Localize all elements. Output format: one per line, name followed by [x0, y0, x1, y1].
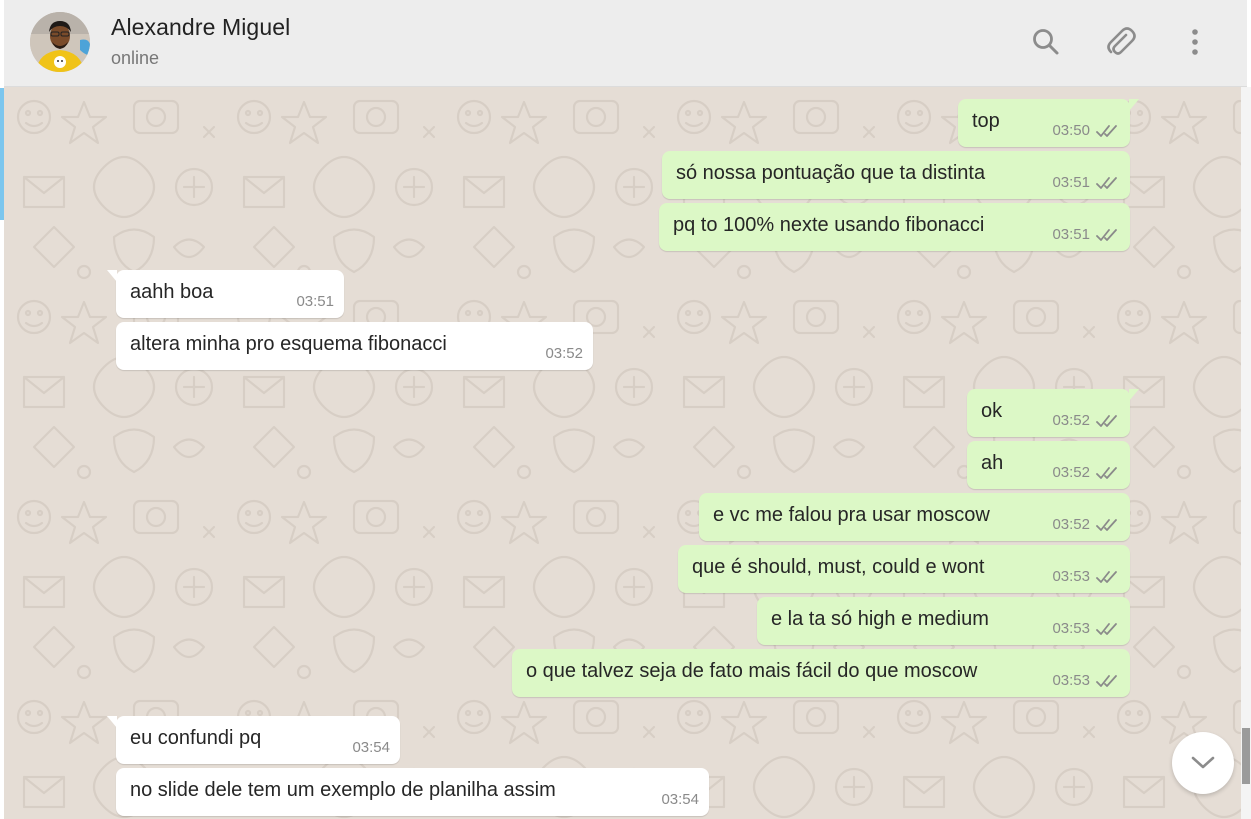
message-text: aahh boa [130, 281, 214, 303]
chat-header: Alexandre Miguel online [4, 0, 1247, 87]
search-button[interactable] [1026, 22, 1066, 62]
bubble-tail [107, 270, 117, 282]
scroll-to-bottom-button[interactable] [1172, 732, 1234, 794]
message-text: só nossa pontuação que ta distinta [676, 162, 986, 184]
message-text: pq to 100% nexte usando fibonacci [673, 214, 985, 236]
read-ticks-icon [1096, 467, 1117, 479]
message-outgoing[interactable]: ok 03:52 [967, 389, 1139, 437]
message-outgoing[interactable]: e la ta só high e medium 03:53 [757, 597, 1130, 645]
message-text: e vc me falou pra usar moscow [713, 504, 990, 526]
attach-button[interactable] [1101, 22, 1141, 62]
read-ticks-icon [1096, 519, 1117, 531]
message-time: 03:52 [1052, 412, 1090, 429]
message-time: 03:52 [1052, 464, 1090, 481]
bubble-tail [1129, 389, 1139, 401]
message-incoming[interactable]: aahh boa 03:51 [107, 270, 344, 318]
avatar[interactable] [30, 12, 90, 72]
message-text: ah [981, 452, 1004, 474]
read-ticks-icon [1096, 415, 1117, 427]
message-time: 03:53 [1052, 672, 1090, 689]
read-ticks-icon [1096, 623, 1117, 635]
message-outgoing[interactable]: ah 03:52 [967, 441, 1130, 489]
message-text: eu confundi pq [130, 727, 262, 749]
message-incoming[interactable]: altera minha pro esquema fibonacci 03:52 [116, 322, 593, 370]
message-text: no slide dele tem um exemplo de planilha… [130, 779, 556, 801]
chat-pane[interactable]: top 03:50 só nossa pontuação que ta dist… [4, 87, 1241, 819]
scrollbar-thumb[interactable] [1242, 728, 1250, 784]
bubble-tail [1129, 99, 1139, 111]
chevron-down-icon [1191, 756, 1215, 769]
message-time: 03:54 [352, 739, 390, 756]
message-text: top [972, 110, 1000, 132]
message-time: 03:52 [545, 345, 583, 362]
message-time: 03:52 [1052, 516, 1090, 533]
message-outgoing[interactable]: o que talvez seja de fato mais fácil do … [512, 649, 1130, 697]
message-text: ok [981, 400, 1003, 422]
message-incoming[interactable]: no slide dele tem um exemplo de planilha… [116, 768, 709, 816]
read-ticks-icon [1096, 125, 1117, 137]
bubble-tail [107, 716, 117, 728]
message-time: 03:51 [296, 293, 334, 310]
contact-status: online [111, 48, 160, 68]
menu-button[interactable] [1175, 22, 1215, 62]
message-time: 03:51 [1052, 226, 1090, 243]
message-text: o que talvez seja de fato mais fácil do … [526, 660, 978, 682]
read-ticks-icon [1096, 177, 1117, 189]
menu-icon [1192, 29, 1198, 55]
search-icon [1033, 29, 1059, 55]
attach-icon [1107, 27, 1136, 55]
message-text: e la ta só high e medium [771, 608, 989, 630]
message-outgoing[interactable]: top 03:50 [958, 99, 1139, 147]
message-outgoing[interactable]: que é should, must, could e wont 03:53 [678, 545, 1130, 593]
message-time: 03:50 [1052, 122, 1090, 139]
message-time: 03:53 [1052, 568, 1090, 585]
read-ticks-icon [1096, 229, 1117, 241]
message-outgoing[interactable]: e vc me falou pra usar moscow 03:52 [699, 493, 1130, 541]
message-incoming[interactable]: eu confundi pq 03:54 [107, 716, 400, 764]
chat-scrollbar[interactable] [1241, 87, 1251, 819]
message-time: 03:53 [1052, 620, 1090, 637]
contact-name[interactable]: Alexandre Miguel [111, 14, 290, 41]
message-time: 03:51 [1052, 174, 1090, 191]
message-outgoing[interactable]: pq to 100% nexte usando fibonacci 03:51 [659, 203, 1130, 251]
read-ticks-icon [1096, 675, 1117, 687]
message-text: que é should, must, could e wont [692, 556, 985, 578]
read-ticks-icon [1096, 571, 1117, 583]
message-outgoing[interactable]: só nossa pontuação que ta distinta 03:51 [662, 151, 1130, 199]
message-time: 03:54 [661, 791, 699, 808]
message-text: altera minha pro esquema fibonacci [130, 333, 447, 355]
